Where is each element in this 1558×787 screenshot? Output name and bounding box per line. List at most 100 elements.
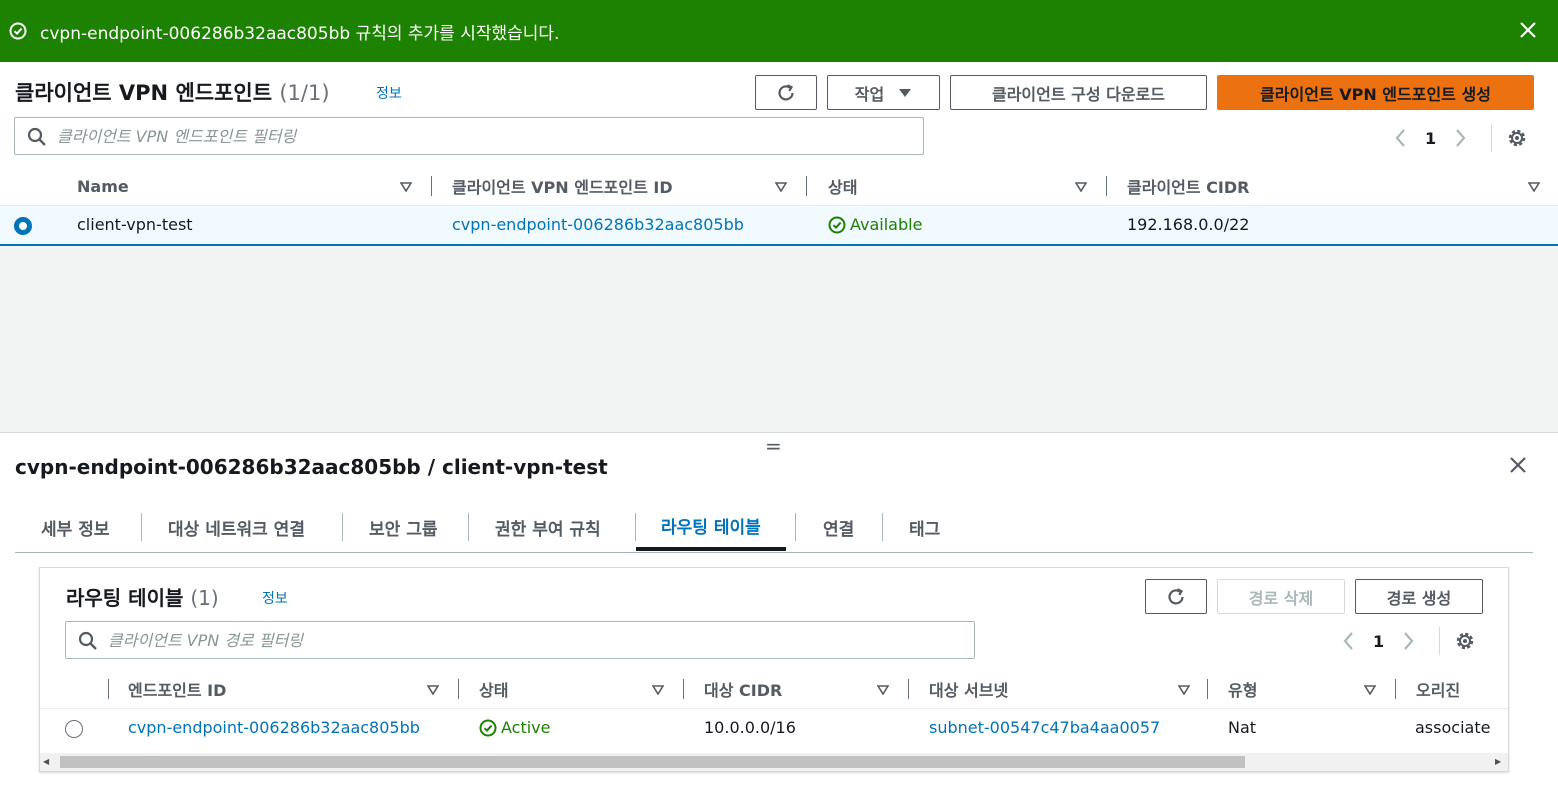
check-circle-icon	[828, 216, 846, 233]
refresh-button[interactable]	[1145, 579, 1207, 614]
scrollbar-thumb[interactable]	[60, 756, 1245, 768]
cell-endpoint-id-link[interactable]: cvpn-endpoint-006286b32aac805bb	[452, 215, 744, 234]
sort-icon[interactable]	[1178, 685, 1190, 695]
chevron-left-icon[interactable]	[1392, 127, 1410, 149]
check-circle-icon	[9, 22, 27, 40]
refresh-icon	[1168, 587, 1184, 605]
sort-icon[interactable]	[877, 685, 889, 695]
endpoints-section: 클라이언트 VPN 엔드포인트 (1/1) 정보 작업 클라이언트 구성 다운로…	[0, 62, 1558, 432]
sort-icon[interactable]	[775, 182, 787, 192]
caret-down-icon	[899, 88, 912, 97]
tab-connections[interactable]: 연결	[823, 503, 854, 551]
close-icon[interactable]	[1508, 455, 1528, 475]
sort-icon[interactable]	[400, 182, 412, 192]
page-title-count: (1/1)	[279, 81, 330, 105]
cell-client-cidr: 192.168.0.0/22	[1127, 215, 1250, 234]
cell-endpoint-id-link[interactable]: cvpn-endpoint-006286b32aac805bb	[128, 718, 420, 737]
horizontal-scrollbar[interactable]: ◀ ▶	[40, 753, 1508, 771]
flash-message: cvpn-endpoint-006286b32aac805bb 규칙의 추가를 …	[40, 24, 560, 44]
actions-dropdown-button[interactable]: 작업	[827, 75, 940, 110]
endpoints-table-container: 클라이언트 VPN 엔드포인트 (1/1) 정보 작업 클라이언트 구성 다운로…	[0, 62, 1558, 246]
close-icon[interactable]	[1518, 20, 1538, 40]
column-divider[interactable]	[108, 679, 109, 699]
cell-status: Available	[828, 215, 922, 234]
column-divider[interactable]	[1207, 679, 1208, 699]
sort-icon[interactable]	[1528, 182, 1540, 192]
tab-route-table[interactable]: 라우팅 테이블	[636, 503, 786, 551]
column-divider[interactable]	[458, 679, 459, 699]
route-table-title-text: 라우팅 테이블	[66, 586, 184, 610]
split-panel-resize-handle[interactable]: =	[765, 434, 782, 458]
sort-icon[interactable]	[427, 685, 439, 695]
col-name[interactable]: Name	[77, 166, 129, 206]
route-filter[interactable]	[65, 621, 975, 659]
column-divider[interactable]	[806, 176, 807, 196]
page-title-text: 클라이언트 VPN 엔드포인트	[15, 81, 273, 105]
pagination: 1	[1340, 627, 1477, 655]
sort-icon[interactable]	[1075, 182, 1087, 192]
column-divider[interactable]	[431, 176, 432, 196]
tab-divider	[882, 513, 883, 541]
tab-security-groups[interactable]: 보안 그룹	[369, 503, 437, 551]
table-row[interactable]: client-vpn-test cvpn-endpoint-006286b32a…	[0, 206, 1558, 246]
col-endpoint-id[interactable]: 엔드포인트 ID	[128, 669, 226, 709]
endpoint-filter[interactable]	[14, 117, 924, 155]
tab-divider	[342, 513, 343, 541]
refresh-button[interactable]	[755, 75, 817, 110]
create-endpoint-button[interactable]: 클라이언트 VPN 엔드포인트 생성	[1217, 75, 1534, 110]
status-text: Available	[850, 215, 923, 234]
route-search-input[interactable]	[108, 627, 853, 653]
info-link[interactable]: 정보	[376, 83, 402, 103]
gear-icon[interactable]	[1453, 629, 1477, 653]
row-radio[interactable]	[14, 217, 32, 235]
col-status[interactable]: 상태	[828, 166, 857, 206]
col-type[interactable]: 유형	[1228, 669, 1257, 709]
cell-status: Active	[479, 718, 551, 737]
tab-authorization-rules[interactable]: 권한 부여 규칙	[495, 503, 601, 551]
scroll-right-arrow-icon[interactable]: ▶	[1495, 757, 1505, 767]
refresh-icon	[778, 83, 794, 101]
search-icon	[78, 631, 97, 650]
info-link[interactable]: 정보	[262, 588, 288, 608]
col-target-subnet[interactable]: 대상 서브넷	[929, 669, 1008, 709]
download-config-button[interactable]: 클라이언트 구성 다운로드	[950, 75, 1207, 110]
pager-divider	[1439, 627, 1441, 655]
scroll-left-arrow-icon[interactable]: ◀	[43, 757, 53, 767]
column-divider[interactable]	[683, 679, 684, 699]
tab-divider	[468, 513, 469, 541]
tab-divider	[141, 513, 142, 541]
chevron-left-icon[interactable]	[1340, 630, 1358, 652]
current-page[interactable]: 1	[1425, 129, 1436, 148]
col-status[interactable]: 상태	[479, 669, 508, 709]
search-icon	[27, 127, 46, 146]
col-client-cidr[interactable]: 클라이언트 CIDR	[1127, 166, 1249, 206]
chevron-right-icon[interactable]	[1451, 127, 1469, 149]
cell-name: client-vpn-test	[77, 215, 193, 234]
create-route-button[interactable]: 경로 생성	[1355, 579, 1483, 614]
tab-details[interactable]: 세부 정보	[41, 503, 109, 551]
col-origin[interactable]: 오리진	[1416, 669, 1460, 709]
cell-target-subnet-link[interactable]: subnet-00547c47ba4aa0057	[929, 718, 1160, 737]
tab-tags[interactable]: 태그	[909, 503, 940, 551]
split-panel: cvpn-endpoint-006286b32aac805bb / client…	[0, 432, 1558, 787]
current-page[interactable]: 1	[1373, 632, 1384, 651]
endpoint-search-input[interactable]	[57, 123, 802, 149]
gear-icon[interactable]	[1505, 126, 1529, 150]
routes-table-header: 엔드포인트 ID 상태 대상 CIDR 대상 서브넷 유형 오리진	[40, 669, 1508, 709]
check-circle-icon	[479, 719, 497, 736]
endpoints-table-header: Name 클라이언트 VPN 엔드포인트 ID 상태 클라이언트 CIDR	[0, 166, 1558, 206]
column-divider[interactable]	[1395, 679, 1396, 699]
split-panel-title: cvpn-endpoint-006286b32aac805bb / client…	[15, 455, 608, 479]
column-divider[interactable]	[1106, 176, 1107, 196]
page-title: 클라이언트 VPN 엔드포인트 (1/1)	[15, 77, 330, 107]
column-divider[interactable]	[908, 679, 909, 699]
sort-icon[interactable]	[652, 685, 664, 695]
chevron-right-icon[interactable]	[1399, 630, 1417, 652]
flash-banner: cvpn-endpoint-006286b32aac805bb 규칙의 추가를 …	[0, 0, 1558, 62]
row-radio[interactable]	[65, 720, 83, 738]
table-row[interactable]: cvpn-endpoint-006286b32aac805bb Active 1…	[40, 709, 1508, 749]
tab-target-network[interactable]: 대상 네트워크 연결	[168, 503, 305, 551]
col-destination-cidr[interactable]: 대상 CIDR	[704, 669, 782, 709]
sort-icon[interactable]	[1364, 685, 1376, 695]
col-endpoint-id[interactable]: 클라이언트 VPN 엔드포인트 ID	[452, 166, 673, 206]
